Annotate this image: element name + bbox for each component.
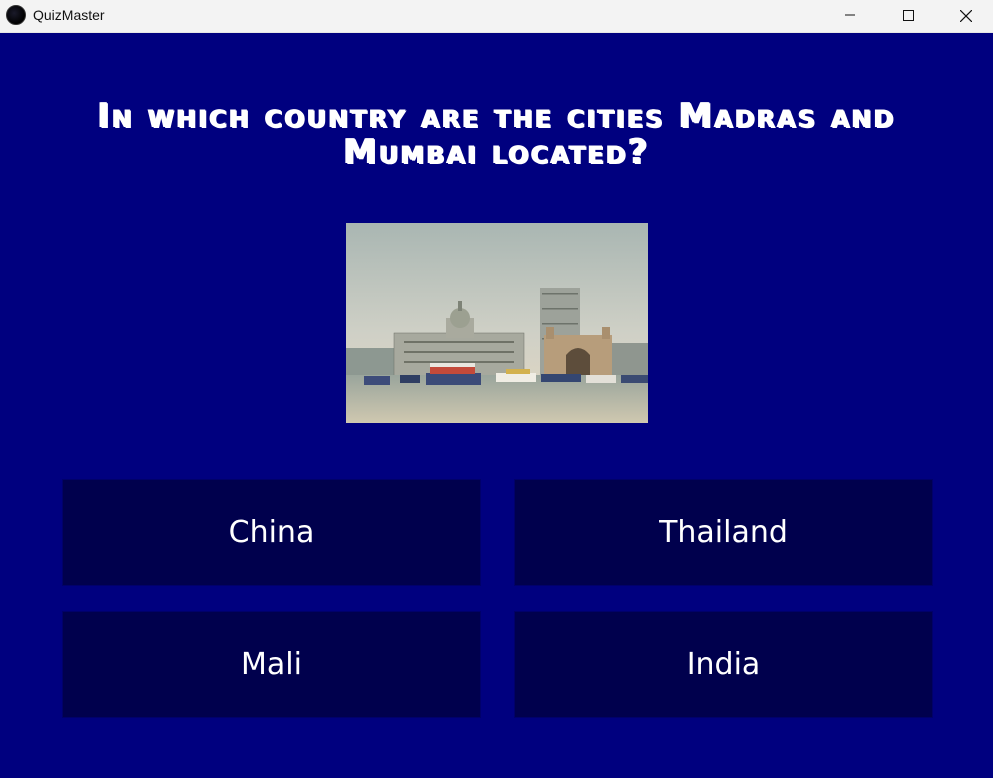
- answer-button-india[interactable]: India: [514, 611, 933, 718]
- answer-label: Thailand: [659, 515, 788, 550]
- question-title: In which country are the cities Madras a…: [97, 96, 896, 172]
- maximize-button[interactable]: [885, 0, 931, 32]
- minimize-button[interactable]: [827, 0, 873, 32]
- window-titlebar: QuizMaster: [0, 0, 993, 33]
- photo-mumbai-waterfront-icon: [346, 223, 648, 423]
- answer-label: Mali: [241, 647, 302, 682]
- close-icon: [960, 10, 972, 22]
- window-title: QuizMaster: [33, 7, 105, 23]
- question-image: [346, 223, 648, 423]
- answer-label: India: [686, 647, 761, 682]
- answer-label: China: [228, 515, 315, 550]
- answer-button-china[interactable]: China: [62, 479, 481, 586]
- answer-button-mali[interactable]: Mali: [62, 611, 481, 718]
- app-logo-icon: [6, 5, 26, 25]
- close-button[interactable]: [943, 0, 989, 32]
- maximize-icon: [903, 10, 914, 21]
- minimize-icon: [845, 14, 855, 16]
- answer-button-thailand[interactable]: Thailand: [514, 479, 933, 586]
